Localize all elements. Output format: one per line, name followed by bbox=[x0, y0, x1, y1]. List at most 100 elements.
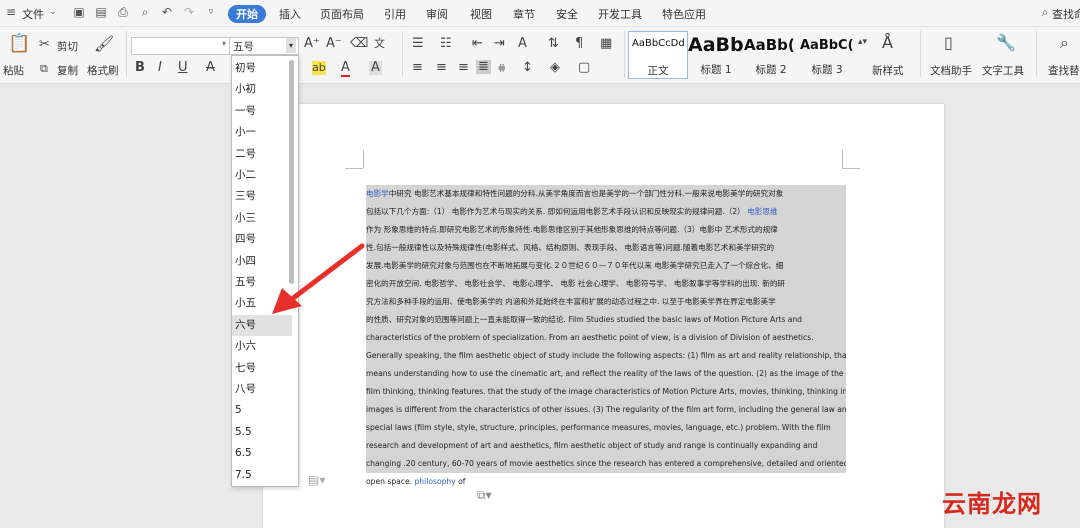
line-spacing-icon[interactable]: ↕ bbox=[522, 61, 533, 75]
bullets-icon[interactable]: ☰ bbox=[412, 37, 424, 51]
font-size-option[interactable]: 小二 bbox=[232, 165, 292, 186]
tab-review[interactable]: 审阅 bbox=[426, 6, 448, 22]
font-size-option[interactable]: 八号 bbox=[232, 379, 292, 400]
font-size-option[interactable]: 小六 bbox=[232, 336, 292, 357]
search-icon[interactable]: ⌕ bbox=[1038, 5, 1052, 19]
doc-helper-icon[interactable]: ▯ bbox=[944, 35, 953, 51]
file-menu[interactable]: 文件 bbox=[22, 6, 44, 22]
new-style-button[interactable]: 新样式 bbox=[872, 63, 904, 78]
table-icon[interactable]: ▦ bbox=[600, 37, 612, 51]
underline-icon[interactable]: U bbox=[178, 61, 188, 75]
tab-chapter[interactable]: 章节 bbox=[513, 6, 535, 22]
font-size-option[interactable]: 小初 bbox=[232, 79, 292, 100]
text-tools-button[interactable]: 文字工具 bbox=[982, 63, 1024, 78]
italic-icon[interactable]: I bbox=[158, 61, 162, 75]
scissors-icon[interactable]: ✂ bbox=[39, 38, 50, 52]
borders-icon[interactable]: ▢ bbox=[578, 61, 590, 75]
align-right-icon[interactable]: ≡ bbox=[458, 61, 469, 75]
grow-font-icon[interactable]: A⁺ bbox=[304, 37, 320, 51]
font-name-input[interactable]: ▾ bbox=[131, 37, 230, 55]
tab-start[interactable]: 开始 bbox=[228, 5, 266, 23]
clear-format-icon[interactable]: ⌫ bbox=[350, 37, 368, 51]
style-heading-3[interactable]: AaBbC( 标题 3 bbox=[800, 31, 854, 77]
search-command[interactable]: 查找命 bbox=[1052, 6, 1080, 22]
save-icon[interactable]: ▣ bbox=[72, 5, 86, 19]
increase-indent-icon[interactable]: ⇥ bbox=[494, 37, 505, 51]
font-color-icon[interactable]: A bbox=[341, 61, 350, 77]
document-body[interactable]: 电影学中研究 电影艺术基本规律和特性问题的分科.从美学角度而言也是美学的一个部门… bbox=[366, 185, 846, 493]
print-icon[interactable]: ⎙ bbox=[116, 5, 130, 19]
font-size-option[interactable]: 小三 bbox=[232, 208, 292, 229]
text-direction-icon[interactable]: A bbox=[518, 37, 527, 51]
font-size-input[interactable]: 五号 ▾ bbox=[229, 37, 299, 55]
font-size-option[interactable]: 5 bbox=[232, 400, 292, 421]
document-line: research and development of art and aest… bbox=[366, 437, 846, 455]
font-size-option[interactable]: 初号 bbox=[232, 58, 292, 79]
format-painter-button[interactable]: 格式刷 bbox=[87, 63, 119, 78]
font-size-option[interactable]: 7.5 bbox=[232, 465, 292, 486]
show-marks-icon[interactable]: ¶ bbox=[575, 37, 583, 51]
tab-references[interactable]: 引用 bbox=[384, 6, 406, 22]
tab-developer[interactable]: 开发工具 bbox=[598, 6, 642, 22]
tab-insert[interactable]: 插入 bbox=[279, 6, 301, 22]
chevron-down-icon[interactable]: ⌄ bbox=[46, 5, 60, 19]
open-icon[interactable]: ▤ bbox=[94, 5, 108, 19]
tab-security[interactable]: 安全 bbox=[556, 6, 578, 22]
hyperlink[interactable]: 电影学 bbox=[366, 189, 389, 198]
wrench-icon[interactable]: 🔧 bbox=[996, 35, 1016, 51]
numbering-icon[interactable]: ☷ bbox=[440, 37, 452, 51]
customize-icon[interactable]: ▿ bbox=[204, 5, 218, 19]
copy-icon[interactable]: ⧉ bbox=[40, 62, 48, 76]
tab-features[interactable]: 特色应用 bbox=[662, 6, 706, 22]
find-icon[interactable]: ⌕ bbox=[1060, 35, 1069, 51]
align-center-icon[interactable]: ≡ bbox=[436, 61, 447, 75]
tab-page-layout[interactable]: 页面布局 bbox=[320, 6, 364, 22]
paste-button[interactable]: 粘贴 bbox=[3, 63, 24, 78]
chevron-down-icon[interactable]: ▾ bbox=[222, 39, 226, 48]
font-size-option[interactable]: 七号 bbox=[232, 358, 292, 379]
font-size-option[interactable]: 5.5 bbox=[232, 422, 292, 443]
separator bbox=[920, 31, 921, 77]
document-line: characteristics of the problem of specia… bbox=[366, 329, 846, 347]
separator bbox=[1036, 31, 1037, 77]
strikethrough-icon[interactable]: A bbox=[206, 61, 215, 75]
highlight-icon[interactable]: ab bbox=[312, 61, 326, 75]
styles-scroll-icon[interactable]: ▴▾ bbox=[858, 35, 867, 49]
doc-helper-button[interactable]: 文档助手 bbox=[930, 63, 972, 78]
tab-view[interactable]: 视图 bbox=[470, 6, 492, 22]
font-size-option[interactable]: 二号 bbox=[232, 144, 292, 165]
font-size-option[interactable]: 三号 bbox=[232, 186, 292, 207]
copy-button[interactable]: 复制 bbox=[57, 63, 78, 78]
redo-icon[interactable]: ↷ bbox=[182, 5, 196, 19]
justify-icon[interactable]: ≣ bbox=[476, 60, 491, 74]
find-replace-button[interactable]: 查找替 bbox=[1048, 63, 1080, 78]
align-left-icon[interactable]: ≡ bbox=[412, 61, 423, 75]
font-size-option[interactable]: 6.5 bbox=[232, 443, 292, 464]
undo-icon[interactable]: ↶ bbox=[160, 5, 174, 19]
cut-button[interactable]: 剪切 bbox=[57, 39, 78, 54]
paste-icon[interactable]: 📋 bbox=[8, 35, 30, 53]
menu-bar: ≡ 文件 ⌄ ▣ ▤ ⎙ ⌕ ↶ ↷ ▿ 开始 插入 页面布局 引用 审阅 视图… bbox=[0, 0, 1080, 27]
style-heading-2[interactable]: AaBb( 标题 2 bbox=[744, 31, 798, 77]
separator bbox=[624, 31, 625, 77]
shrink-font-icon[interactable]: A⁻ bbox=[326, 37, 342, 51]
hyperlink[interactable]: philosophy bbox=[414, 477, 455, 486]
chevron-down-icon[interactable]: ▾ bbox=[286, 38, 296, 53]
paste-options-icon[interactable]: ▤▾ bbox=[308, 473, 325, 487]
style-heading-1[interactable]: AaBb 标题 1 bbox=[688, 31, 744, 77]
pinyin-icon[interactable]: 文 bbox=[374, 37, 385, 51]
format-painter-icon[interactable]: 🖌 bbox=[94, 36, 114, 52]
sort-icon[interactable]: ⇅ bbox=[548, 37, 559, 51]
print-preview-icon[interactable]: ⌕ bbox=[138, 5, 152, 19]
hyperlink[interactable]: 电影思维 bbox=[747, 207, 777, 216]
distribute-icon[interactable]: ⩷ bbox=[498, 61, 506, 75]
new-style-icon[interactable]: Å bbox=[882, 35, 893, 51]
style-normal[interactable]: AaBbCcDd 正文 bbox=[628, 31, 688, 79]
bold-icon[interactable]: B bbox=[135, 61, 145, 75]
decrease-indent-icon[interactable]: ⇤ bbox=[472, 37, 483, 51]
char-shading-icon[interactable]: A bbox=[369, 61, 382, 75]
hamburger-menu-icon[interactable]: ≡ bbox=[4, 5, 18, 19]
shading-icon[interactable]: ◈ bbox=[550, 61, 560, 75]
font-size-option[interactable]: 小一 bbox=[232, 122, 292, 143]
font-size-option[interactable]: 一号 bbox=[232, 101, 292, 122]
